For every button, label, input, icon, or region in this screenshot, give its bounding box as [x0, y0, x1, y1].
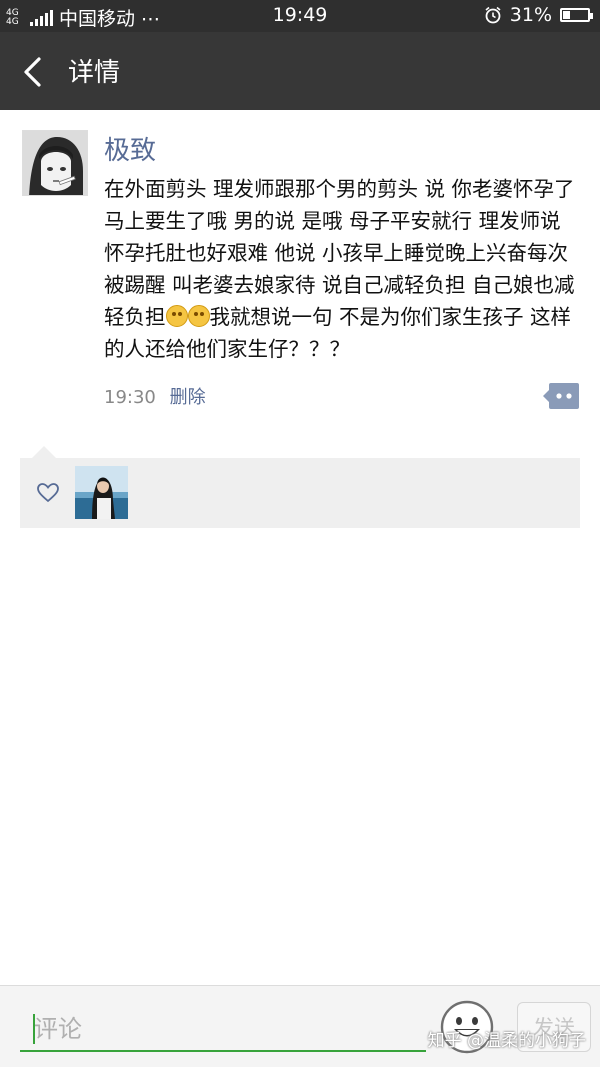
page-title: 详情 [68, 58, 121, 88]
avatar-image [23, 131, 87, 195]
more-comment-icon [543, 383, 579, 409]
author-name[interactable]: 极致 [104, 130, 156, 167]
delete-button[interactable]: 删除 [170, 387, 206, 408]
smile-emoji-icon [165, 305, 188, 327]
battery-percent: 31% [509, 4, 552, 26]
liker-avatar[interactable] [75, 466, 128, 519]
likes-pointer [32, 446, 56, 458]
comment-input[interactable] [20, 1008, 426, 1052]
heart-icon [37, 483, 59, 503]
likes-panel [20, 458, 580, 528]
battery-icon [560, 8, 593, 22]
alarm-icon [485, 6, 501, 24]
more-comment-button[interactable] [543, 383, 579, 409]
watermark: 知乎 @温柔的小狗子 [427, 1031, 586, 1051]
back-button[interactable] [14, 52, 54, 92]
liker-avatar-image [75, 466, 128, 519]
author-avatar[interactable] [22, 130, 88, 196]
status-right: 31% [484, 4, 593, 26]
text-caret [33, 1014, 35, 1044]
status-bar: 4G 4G 中国移动 ⋯ 19:49 31% [0, 0, 600, 32]
comment-bar: 发送 知乎 @温柔的小狗子 [0, 985, 600, 1067]
chevron-left-icon [24, 57, 41, 87]
post-text: 在外面剪头 理发师跟那个男的剪头 说 你老婆怀孕了马上要生了哦 男的说 是哦 母… [104, 173, 580, 365]
post-meta: 19:30 删除 [104, 383, 206, 409]
post-time: 19:30 [104, 387, 156, 408]
title-bar: 详情 [0, 32, 600, 110]
smile-emoji-icon [187, 305, 210, 327]
